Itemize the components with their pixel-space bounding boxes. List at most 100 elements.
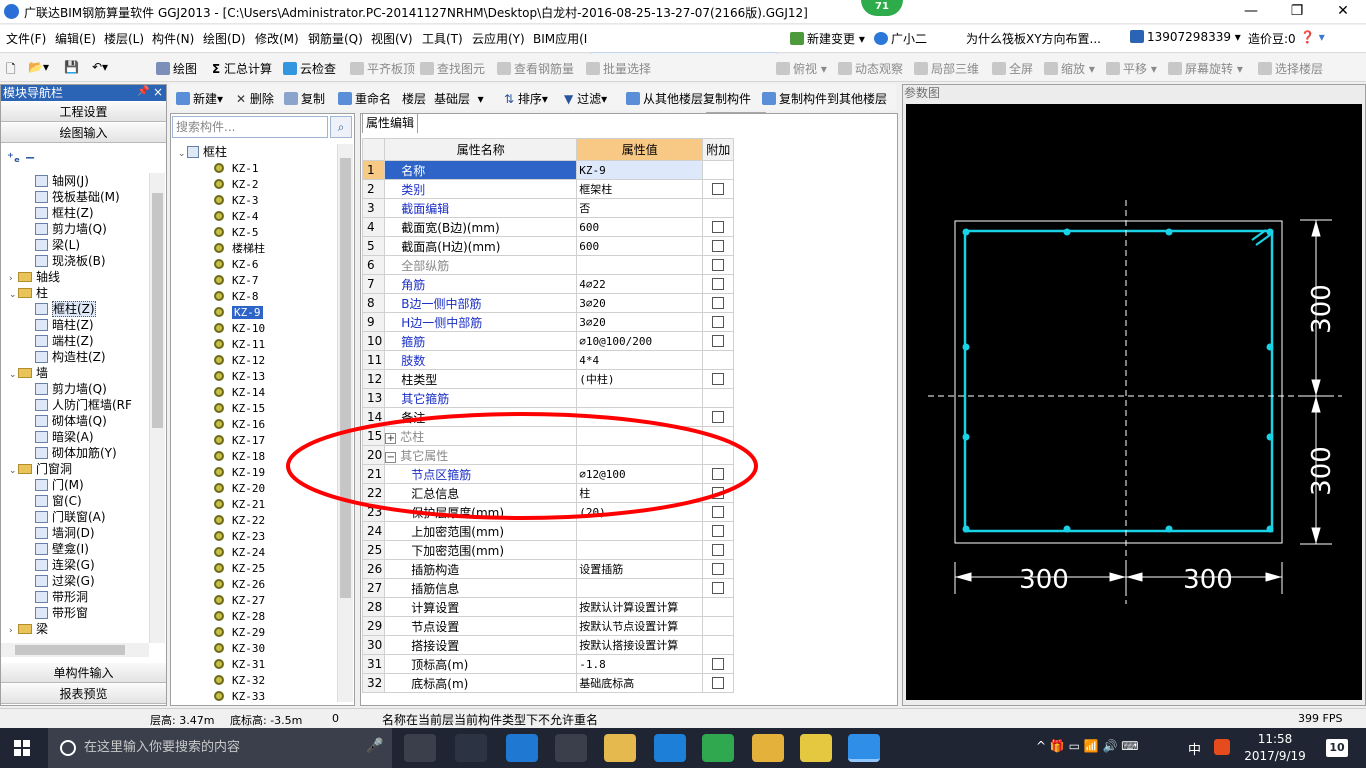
view-rebar-button[interactable]: 查看钢筋量 bbox=[497, 60, 574, 77]
green-app-icon[interactable] bbox=[702, 734, 734, 762]
component-item[interactable]: KZ-24 bbox=[214, 544, 265, 560]
menu-component[interactable]: 构件(N) bbox=[152, 30, 194, 47]
extra-checkbox[interactable] bbox=[712, 563, 725, 575]
component-item[interactable]: KZ-16 bbox=[214, 416, 265, 432]
property-row[interactable]: 26 插筋构造 设置插筋 bbox=[361, 559, 735, 579]
property-row[interactable]: 12 柱类型 (中柱) bbox=[361, 369, 735, 389]
property-value-cell[interactable]: 4*4 bbox=[576, 350, 704, 370]
extra-checkbox[interactable] bbox=[712, 582, 725, 594]
nav-tree-item[interactable]: 壁龛(I) bbox=[35, 541, 89, 557]
component-item[interactable]: KZ-33 bbox=[214, 688, 265, 702]
expand-all-icon[interactable]: ⁺ₑ − bbox=[7, 151, 36, 166]
component-item[interactable]: KZ-12 bbox=[214, 352, 265, 368]
menu-file[interactable]: 文件(F) bbox=[6, 30, 46, 47]
expand-icon[interactable]: ⌄ bbox=[9, 367, 18, 383]
search-icon[interactable]: ⌕ bbox=[330, 116, 352, 138]
nav-tree-item[interactable]: 墙洞(D) bbox=[35, 525, 95, 541]
tray-icons[interactable]: ^ 🎁 ▭ 📶 🔊 ⌨ bbox=[1036, 739, 1139, 753]
glodon-app-icon[interactable] bbox=[654, 734, 686, 762]
assistant-button[interactable]: 广小二 bbox=[874, 30, 927, 47]
cloud-check-button[interactable]: 云检查 bbox=[283, 60, 336, 77]
property-row[interactable]: 2 类别 框架柱 bbox=[361, 179, 735, 199]
property-value-cell[interactable]: KZ-9 bbox=[576, 160, 704, 180]
nav-tree-item[interactable]: 框柱(Z) bbox=[35, 301, 96, 317]
nav-tree-item[interactable]: 门联窗(A) bbox=[35, 509, 106, 525]
copy-from-floor-button[interactable]: 从其他楼层复制构件 bbox=[626, 90, 751, 107]
property-value-cell[interactable] bbox=[576, 540, 704, 560]
component-item[interactable]: KZ-14 bbox=[214, 384, 265, 400]
component-item[interactable]: KZ-13 bbox=[214, 368, 265, 384]
property-value-cell[interactable]: 框架柱 bbox=[576, 179, 704, 199]
rotate-button[interactable]: 屏幕旋转 ▾ bbox=[1168, 60, 1243, 77]
menu-bim[interactable]: BIM应用(I bbox=[533, 30, 587, 47]
nav-tree-scrollbar[interactable] bbox=[149, 173, 165, 643]
expand-icon[interactable]: ⌄ bbox=[9, 287, 18, 303]
nav-tree-item[interactable]: 剪力墙(Q) bbox=[35, 221, 107, 237]
nav-tree-folder[interactable]: › 梁 bbox=[9, 621, 48, 637]
taskbar-search-input[interactable]: 在这里输入你要搜索的内容 bbox=[48, 728, 392, 768]
component-item[interactable]: 楼梯柱 bbox=[214, 240, 265, 256]
draw-button[interactable]: 绘图 bbox=[156, 60, 197, 77]
nav-tree-item[interactable]: 砌体墙(Q) bbox=[35, 413, 107, 429]
nav-tree-item[interactable]: 构造柱(Z) bbox=[35, 349, 106, 365]
property-row[interactable]: 7 角筋 4⌀22 bbox=[361, 274, 735, 294]
property-value-cell[interactable]: 3⌀20 bbox=[576, 312, 704, 332]
new-component-button[interactable]: 新建▾ bbox=[176, 90, 223, 107]
property-value-cell[interactable]: 按默认搭接设置计算 bbox=[576, 635, 704, 655]
nav-tree-item[interactable]: 砌体加筋(Y) bbox=[35, 445, 117, 461]
property-row[interactable]: 28 计算设置 按默认计算设置计算 bbox=[361, 597, 735, 617]
extra-checkbox[interactable] bbox=[712, 544, 725, 556]
property-value-cell[interactable]: 否 bbox=[576, 198, 704, 218]
notification-center-badge[interactable]: 10 bbox=[1326, 739, 1348, 757]
new-file-icon[interactable]: 🗋 bbox=[6, 60, 16, 81]
project-settings-button[interactable]: 工程设置 bbox=[1, 102, 166, 122]
component-search-input[interactable]: 搜索构件... bbox=[172, 116, 328, 138]
new-change-button[interactable]: 新建变更 ▾ bbox=[790, 30, 865, 47]
fullscreen-button[interactable]: 全屏 bbox=[992, 60, 1033, 77]
extra-checkbox[interactable] bbox=[712, 677, 725, 689]
nav-tree-item[interactable]: 带形窗 bbox=[35, 605, 88, 621]
batch-select-button[interactable]: 批量选择 bbox=[586, 60, 651, 77]
rename-button[interactable]: 重命名 bbox=[338, 90, 391, 107]
help-app-icon[interactable] bbox=[800, 734, 832, 762]
property-row[interactable]: 9 H边一侧中部筋 3⌀20 bbox=[361, 312, 735, 332]
minimize-button[interactable]: — bbox=[1228, 0, 1274, 24]
property-row[interactable]: 31 顶标高(m) -1.8 bbox=[361, 654, 735, 674]
flat-top-button[interactable]: 平齐板顶 bbox=[350, 60, 415, 77]
component-item[interactable]: KZ-30 bbox=[214, 640, 265, 656]
edge-app-icon[interactable] bbox=[506, 734, 538, 762]
component-item[interactable]: KZ-1 bbox=[214, 160, 259, 176]
component-item[interactable]: KZ-8 bbox=[214, 288, 259, 304]
expand-icon[interactable]: › bbox=[9, 623, 18, 639]
undo-icon[interactable]: ↶▾ bbox=[92, 60, 108, 74]
component-item[interactable]: KZ-26 bbox=[214, 576, 265, 592]
component-item[interactable]: KZ-3 bbox=[214, 192, 259, 208]
nav-tree-item[interactable]: 过梁(G) bbox=[35, 573, 95, 589]
copy-component-button[interactable]: 复制 bbox=[284, 90, 325, 107]
find-element-button[interactable]: 查找图元 bbox=[420, 60, 485, 77]
property-row[interactable]: 11 肢数 4*4 bbox=[361, 350, 735, 370]
nav-tree-item[interactable]: 人防门框墙(RF bbox=[35, 397, 132, 413]
component-item[interactable]: KZ-19 bbox=[214, 464, 265, 480]
taskview-app-icon[interactable] bbox=[404, 734, 436, 762]
browser-app-icon[interactable] bbox=[455, 734, 487, 762]
explorer-app-icon[interactable] bbox=[604, 734, 636, 762]
component-item[interactable]: KZ-9 bbox=[214, 304, 263, 320]
property-row[interactable]: 25 下加密范围(mm) bbox=[361, 540, 735, 560]
ggj-app-icon[interactable] bbox=[848, 734, 880, 762]
extra-checkbox[interactable] bbox=[712, 658, 725, 670]
property-value-cell[interactable]: 600 bbox=[576, 217, 704, 237]
nav-tree-item[interactable]: 暗柱(Z) bbox=[35, 317, 94, 333]
menu-view[interactable]: 视图(V) bbox=[371, 30, 413, 47]
component-item[interactable]: KZ-27 bbox=[214, 592, 265, 608]
component-item[interactable]: KZ-5 bbox=[214, 224, 259, 240]
nav-tree-folder[interactable]: ⌄ 墙 bbox=[9, 365, 48, 381]
component-tree-root[interactable]: ⌄ 框柱 bbox=[178, 144, 227, 160]
extra-checkbox[interactable] bbox=[712, 221, 725, 233]
component-item[interactable]: KZ-21 bbox=[214, 496, 265, 512]
component-item[interactable]: KZ-31 bbox=[214, 656, 265, 672]
property-row[interactable]: 6 全部纵筋 bbox=[361, 255, 735, 275]
nav-close-icon[interactable]: × bbox=[153, 85, 163, 99]
component-item[interactable]: KZ-32 bbox=[214, 672, 265, 688]
nav-tree-item[interactable]: 现浇板(B) bbox=[35, 253, 106, 269]
